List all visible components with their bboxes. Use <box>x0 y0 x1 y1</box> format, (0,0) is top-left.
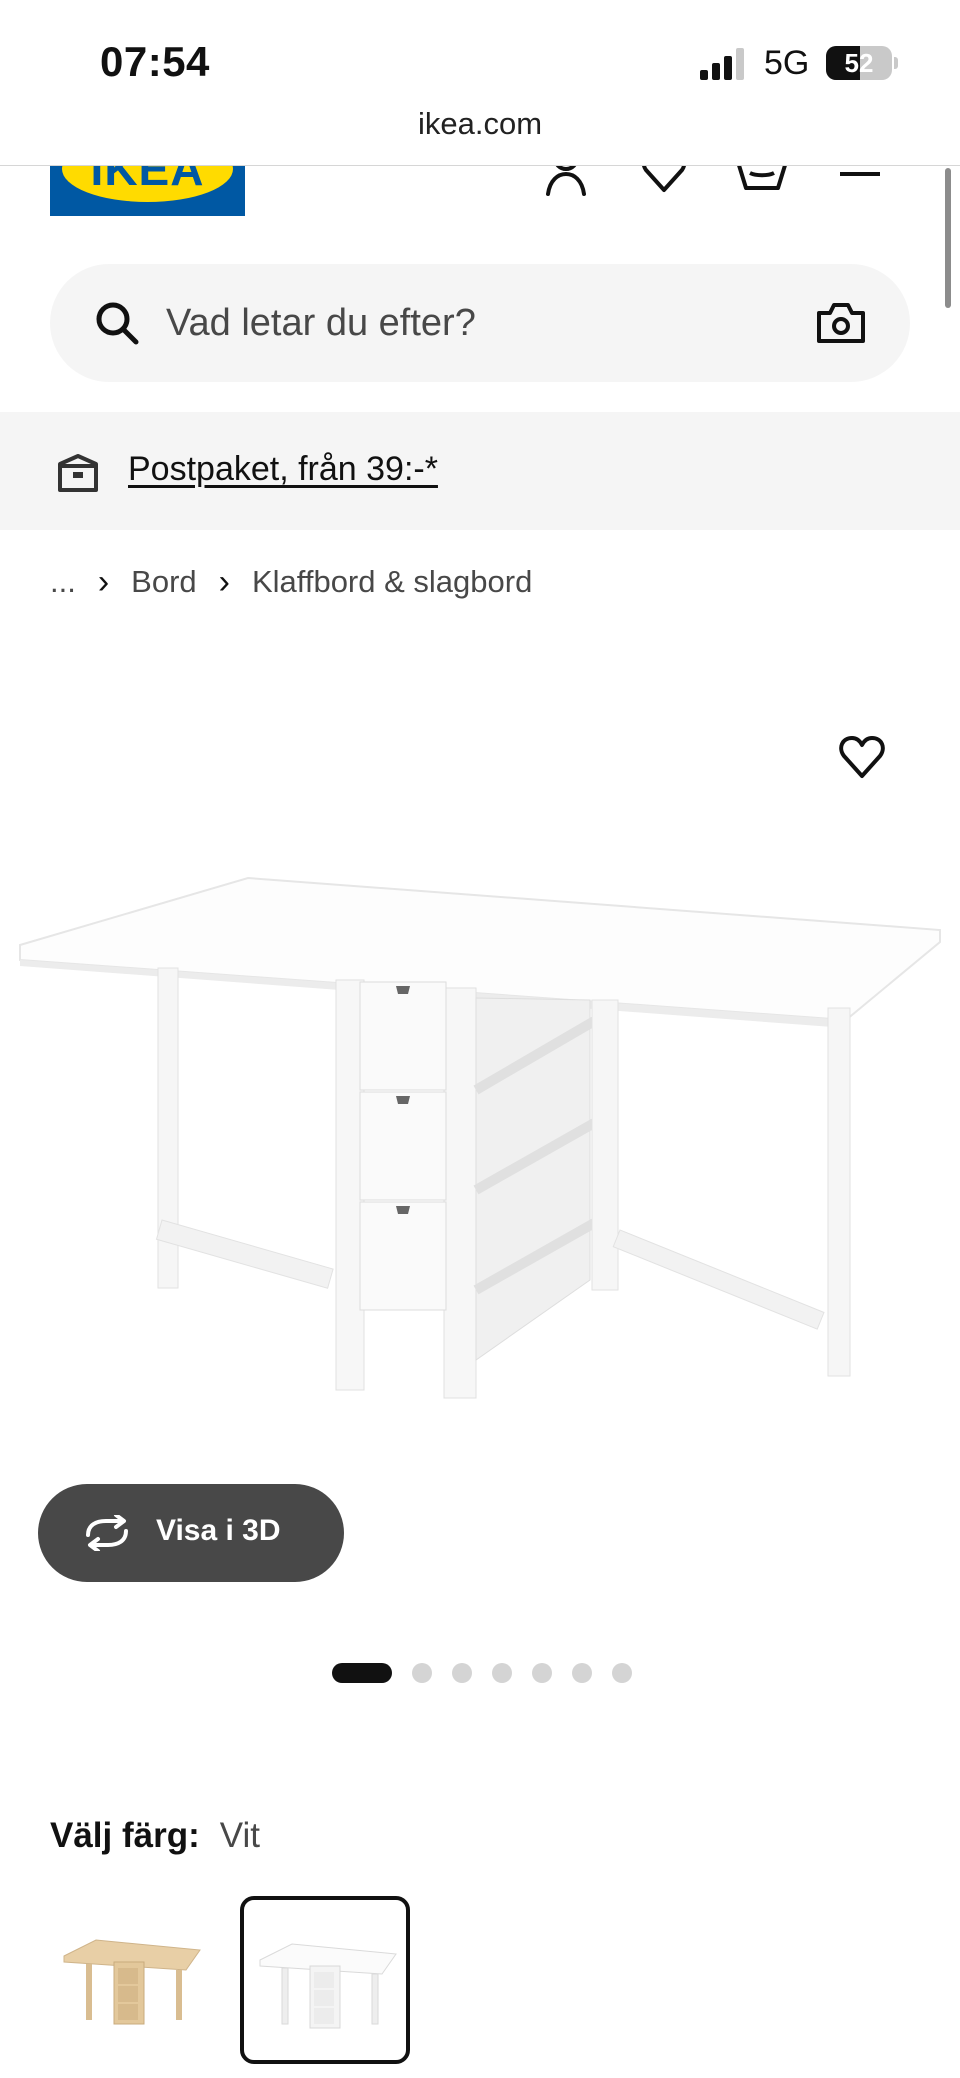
view-in-3d-label: Visa i 3D <box>156 1514 281 1547</box>
rotate-3d-icon <box>86 1515 128 1551</box>
battery-icon: 52 <box>826 46 898 80</box>
chevron-right-icon: › <box>218 562 230 601</box>
carousel-dot[interactable] <box>532 1663 552 1683</box>
battery-level: 52 <box>844 48 874 78</box>
view-in-3d-button[interactable]: Visa i 3D <box>38 1484 344 1582</box>
parcel-icon <box>58 454 98 492</box>
carousel-dot[interactable] <box>452 1663 472 1683</box>
breadcrumb-item-bord[interactable]: Bord <box>131 564 196 600</box>
ikea-logo[interactable]: IKEA <box>50 166 245 216</box>
delivery-banner: Postpaket, från 39:-* <box>0 412 960 530</box>
carousel-dot[interactable] <box>332 1663 392 1683</box>
search-bar[interactable] <box>50 264 910 382</box>
page-scrollbar[interactable] <box>945 168 951 308</box>
cellular-signal-icon <box>700 48 744 80</box>
breadcrumb: ... › Bord › Klaffbord & slagbord <box>50 562 532 602</box>
chevron-right-icon: › <box>97 562 110 601</box>
status-time: 07:54 <box>100 38 210 85</box>
delivery-link[interactable]: Postpaket, från 39:-* <box>128 450 438 489</box>
search-icon <box>96 302 139 345</box>
search-input[interactable] <box>166 292 766 354</box>
basket-icon[interactable] <box>736 166 788 196</box>
image-carousel-indicator[interactable] <box>332 1663 632 1683</box>
breadcrumb-ellipsis[interactable]: ... <box>50 564 76 600</box>
breadcrumb-item-klaffbord[interactable]: Klaffbord & slagbord <box>252 564 532 600</box>
favourite-heart-icon[interactable] <box>838 736 886 780</box>
color-picker-header: Välj färg: Vit <box>50 1816 260 1856</box>
carousel-dot[interactable] <box>412 1663 432 1683</box>
color-swatch-white[interactable] <box>240 1896 410 2064</box>
color-label: Välj färg: <box>50 1816 200 1855</box>
carousel-dot[interactable] <box>612 1663 632 1683</box>
network-type: 5G <box>764 44 810 82</box>
heart-icon[interactable] <box>638 166 690 196</box>
carousel-dot[interactable] <box>572 1663 592 1683</box>
color-swatch-birch[interactable] <box>48 1896 218 2064</box>
site-header: IKEA <box>0 166 960 250</box>
menu-icon[interactable] <box>834 166 886 196</box>
product-image[interactable] <box>0 860 960 1420</box>
color-value: Vit <box>219 1816 260 1855</box>
user-icon[interactable] <box>540 166 592 196</box>
carousel-dot[interactable] <box>492 1663 512 1683</box>
status-bar: 07:54 5G 52 ikea.com <box>0 0 960 141</box>
address-bar[interactable]: ikea.com <box>0 106 960 142</box>
camera-icon[interactable] <box>816 301 866 345</box>
